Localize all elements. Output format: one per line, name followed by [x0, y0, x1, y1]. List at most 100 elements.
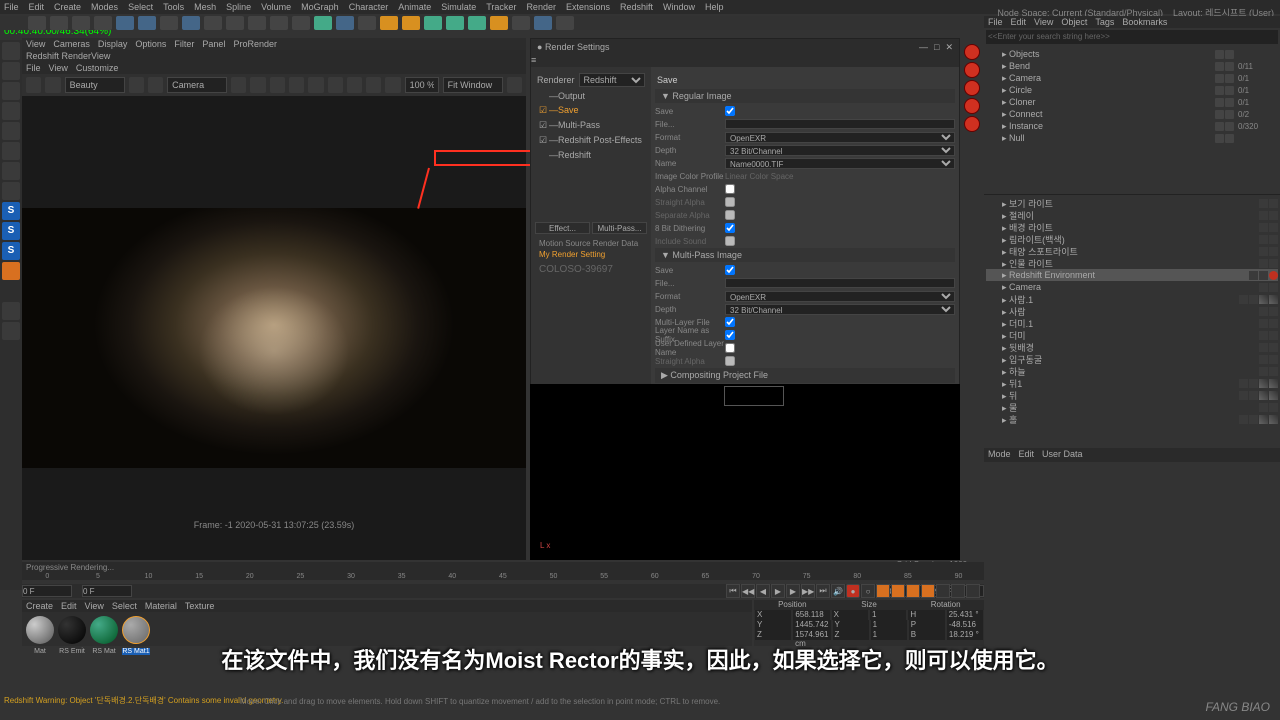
tree-row[interactable]: ▸ 뒤1	[986, 377, 1278, 389]
render-icon[interactable]	[26, 77, 41, 93]
menu-mograph[interactable]: MoGraph	[301, 2, 339, 12]
lock-icon[interactable]	[45, 77, 60, 93]
tree-row[interactable]: ▸ 림라이트(백색)	[986, 233, 1278, 245]
tool-icon[interactable]	[2, 302, 20, 320]
viewport-toolbar[interactable]	[22, 74, 526, 96]
key-button[interactable]	[906, 584, 920, 598]
tree-row[interactable]: ▸ Camera	[986, 281, 1278, 293]
multipass-button[interactable]: Multi-Pass...	[592, 222, 647, 234]
goto-start-button[interactable]: ⏮	[726, 584, 740, 598]
mat-label[interactable]: Mat	[26, 648, 54, 655]
rs-comp-section[interactable]: ▶ Compositing Project File	[655, 368, 955, 383]
tool-icon[interactable]	[2, 182, 20, 200]
next-key-button[interactable]: ▶▶	[801, 584, 815, 598]
regular-name-select[interactable]: Name0000.TIF	[725, 158, 955, 169]
tool-icon[interactable]	[512, 16, 530, 30]
minimize-icon[interactable]: —	[919, 42, 928, 53]
regular-format-select[interactable]: OpenEXR	[725, 132, 955, 143]
tree-row[interactable]: ▸ 사람	[986, 305, 1278, 317]
vp-menu-display[interactable]: Display	[98, 39, 128, 49]
vp-menu-view[interactable]: View	[26, 39, 45, 49]
mp-file-input[interactable]	[725, 278, 955, 288]
effect-button[interactable]: Effect...	[535, 222, 590, 234]
playback-controls[interactable]: ⏮ ◀◀ ◀ ▶ ▶ ▶▶ ⏭ 🔊 ● ○	[726, 584, 980, 598]
renderview-tab[interactable]: Redshift RenderView	[22, 50, 526, 62]
mat-label[interactable]: RS Mat	[90, 648, 118, 655]
vico[interactable]	[231, 77, 246, 93]
vico[interactable]	[328, 77, 343, 93]
material-swatch[interactable]	[90, 616, 118, 644]
obj-tree-lower[interactable]: ▸ 보기 라이트▸ 절레이▸ 배경 라이트▸ 림라이트(백색)▸ 태양 스포트라…	[984, 194, 1280, 427]
fit-select[interactable]	[443, 77, 503, 93]
menu-help[interactable]: Help	[705, 2, 724, 12]
renderer-select[interactable]: Redshift	[579, 73, 645, 87]
tree-row[interactable]: ▸ 배경 라이트	[986, 221, 1278, 233]
mp-depth-select[interactable]: 32 Bit/Channel	[725, 304, 955, 315]
alpha-checkbox[interactable]	[725, 184, 735, 194]
tree-row[interactable]: ▸ 더미	[986, 329, 1278, 341]
regular-depth-select[interactable]: 32 Bit/Channel	[725, 145, 955, 156]
menu-select[interactable]: Select	[128, 2, 153, 12]
rs-badge-icon[interactable]	[964, 98, 980, 114]
tree-row[interactable]: ▸ 더미.1	[986, 317, 1278, 329]
preset-myrender[interactable]: My Render Setting	[535, 249, 647, 260]
tool-icon[interactable]	[94, 16, 112, 30]
rs-badge-icon[interactable]	[964, 44, 980, 60]
menu-volume[interactable]: Volume	[261, 2, 291, 12]
tree-row[interactable]: ▸ Null	[986, 132, 1278, 144]
vico[interactable]	[250, 77, 265, 93]
menu-mesh[interactable]: Mesh	[194, 2, 216, 12]
vico[interactable]	[366, 77, 381, 93]
coord-row[interactable]: Z1574.961 cmZ1B18.219 °	[754, 630, 984, 640]
mp-mlf-checkbox[interactable]	[725, 317, 735, 327]
tool-icon[interactable]	[534, 16, 552, 30]
mp-save-checkbox[interactable]	[725, 265, 735, 275]
tool-icon[interactable]	[468, 16, 486, 30]
tool-icon[interactable]	[138, 16, 156, 30]
frame-start[interactable]	[22, 585, 72, 597]
tree-row[interactable]: ▸ Bend0/11	[986, 60, 1278, 72]
s-tool-icon[interactable]: S	[2, 242, 20, 260]
vico[interactable]	[347, 77, 362, 93]
key-button[interactable]	[936, 584, 950, 598]
coord-row[interactable]: X658.118 cmX1H25.431 °	[754, 610, 984, 620]
autokey-button[interactable]: ○	[861, 584, 875, 598]
obj-search-input[interactable]: <<Enter your search string here>>	[986, 30, 1278, 44]
mp-udln-checkbox[interactable]	[725, 343, 735, 353]
key-button[interactable]	[876, 584, 890, 598]
tree-row[interactable]: ▸ Redshift Environment	[986, 269, 1278, 281]
key-button[interactable]	[921, 584, 935, 598]
tree-row[interactable]: ▸ Instance0/320	[986, 120, 1278, 132]
key-button[interactable]	[891, 584, 905, 598]
s-tool-icon[interactable]: S	[2, 202, 20, 220]
tool-icon[interactable]	[358, 16, 376, 30]
material-swatch[interactable]	[26, 616, 54, 644]
vico[interactable]	[289, 77, 304, 93]
menu-extensions[interactable]: Extensions	[566, 2, 610, 12]
select-tool-icon[interactable]	[2, 62, 20, 80]
renderview-menu[interactable]: FileViewCustomize	[22, 62, 526, 74]
tree-row[interactable]: ▸ Objects	[986, 48, 1278, 60]
rs-badge-icon[interactable]	[964, 116, 980, 132]
move-tool-icon[interactable]	[2, 42, 20, 60]
frame-current[interactable]	[82, 585, 132, 597]
zoom-percent[interactable]	[405, 77, 439, 93]
timeline[interactable]: Progressive Rendering... 051015202530354…	[22, 562, 984, 580]
tool-icon[interactable]	[226, 16, 244, 30]
refresh-icon[interactable]	[129, 77, 144, 93]
menu-animate[interactable]: Animate	[398, 2, 431, 12]
tool-icon[interactable]	[182, 16, 200, 30]
obj-menu[interactable]: File Edit View Object Tags Bookmarks	[984, 16, 1280, 28]
menu-file[interactable]: File	[4, 2, 19, 12]
s-tool-icon[interactable]: S	[2, 222, 20, 240]
render-settings-titlebar[interactable]: ● Render Settings — □ ✕	[531, 39, 959, 55]
viewport-menu[interactable]: View Cameras Display Options Filter Pane…	[22, 38, 526, 50]
tool-icon[interactable]	[446, 16, 464, 30]
tree-row[interactable]: ▸ Cloner0/1	[986, 96, 1278, 108]
obj-tree-upper[interactable]: ▸ Objects▸ Bend0/11▸ Camera0/1▸ Circle0/…	[984, 46, 1280, 194]
vico[interactable]	[308, 77, 323, 93]
tool-icon[interactable]	[270, 16, 288, 30]
tool-icon[interactable]	[2, 322, 20, 340]
rs-item-save[interactable]: ☑—Save	[535, 103, 647, 118]
perspective-viewport[interactable]: L x	[530, 384, 960, 560]
